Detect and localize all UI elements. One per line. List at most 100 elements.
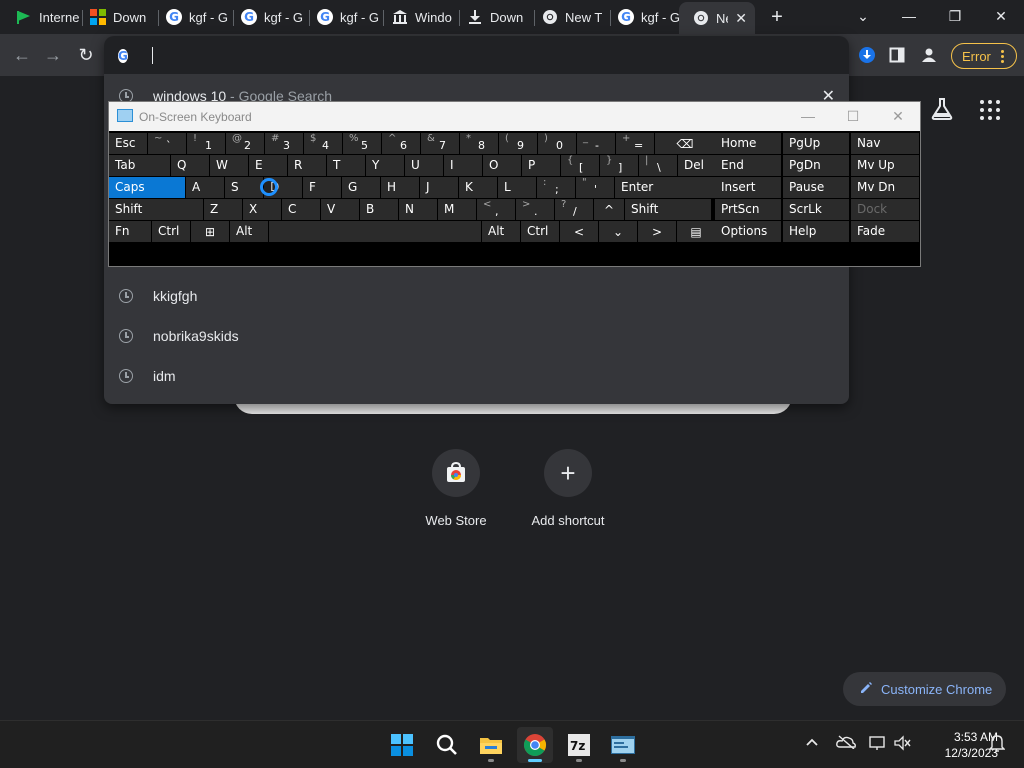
tab-download-1[interactable]: Down: [76, 4, 152, 30]
suggestion-item[interactable]: nobrika9skids: [104, 316, 849, 356]
key-0-9[interactable]: * 8: [460, 133, 498, 154]
customize-chrome-button[interactable]: Customize Chrome: [843, 672, 1006, 706]
onedrive-cloud-icon[interactable]: [836, 735, 856, 752]
osk-maximize-button[interactable]: ☐: [838, 105, 868, 127]
arrow-left-key[interactable]: <: [560, 221, 598, 242]
key-ctrl[interactable]: Ctrl: [152, 221, 190, 242]
key-3-8[interactable]: <,: [477, 199, 515, 220]
backspace-key[interactable]: ⌫: [655, 133, 715, 154]
key-mv-dn[interactable]: Mv Dn: [851, 177, 919, 198]
arrow-up-key[interactable]: ^: [594, 199, 624, 220]
key-ctrl[interactable]: Ctrl: [521, 221, 559, 242]
key-3-9[interactable]: >.: [516, 199, 554, 220]
key-esc[interactable]: Esc: [109, 133, 147, 154]
key-j[interactable]: J: [420, 177, 458, 198]
key-tab[interactable]: Tab: [109, 155, 170, 176]
error-chip[interactable]: Error: [951, 43, 1017, 69]
forward-button[interactable]: →: [38, 40, 68, 70]
omnibox-input[interactable]: G: [104, 36, 849, 74]
key-shift[interactable]: Shift: [109, 199, 203, 220]
key-0-12[interactable]: _ -: [577, 133, 615, 154]
key-home[interactable]: Home: [715, 133, 781, 154]
chrome-labs-icon[interactable]: [930, 97, 954, 121]
volume-muted-icon[interactable]: [894, 735, 912, 754]
file-explorer-icon[interactable]: [473, 727, 509, 763]
tab-windows[interactable]: Windo: [378, 4, 454, 30]
key-fn[interactable]: Fn: [109, 221, 151, 242]
notification-bell-icon[interactable]: [988, 734, 1006, 755]
key-alt[interactable]: Alt: [482, 221, 520, 242]
key-s[interactable]: S: [225, 177, 263, 198]
key-o[interactable]: O: [483, 155, 521, 176]
chevron-up-icon[interactable]: [805, 735, 819, 752]
restore-button[interactable]: ❐: [932, 0, 978, 32]
side-panel-icon[interactable]: [884, 42, 910, 68]
key-t[interactable]: T: [327, 155, 365, 176]
key-2-11[interactable]: " ': [576, 177, 614, 198]
shortcut-web-store[interactable]: Web Store: [400, 449, 512, 528]
key-w[interactable]: W: [210, 155, 248, 176]
tab-active-new-tab[interactable]: Ne ✕: [679, 2, 755, 34]
tab-new-tab[interactable]: New T: [528, 4, 604, 30]
key-0-5[interactable]: $4: [304, 133, 342, 154]
osk-close-button[interactable]: ✕: [883, 105, 913, 127]
key-0-3[interactable]: @2: [226, 133, 264, 154]
tab-kgf-1[interactable]: G kgf - G: [152, 4, 228, 30]
key-0-13[interactable]: + =: [616, 133, 654, 154]
key-1-12[interactable]: }]: [600, 155, 638, 176]
key-pgdn[interactable]: PgDn: [783, 155, 849, 176]
arrow-down-key[interactable]: ⌄: [599, 221, 637, 242]
key-b[interactable]: B: [360, 199, 398, 220]
key-x[interactable]: X: [243, 199, 281, 220]
key-pause[interactable]: Pause: [783, 177, 849, 198]
key-z[interactable]: Z: [204, 199, 242, 220]
tab-kgf-4[interactable]: G kgf - G: [604, 4, 680, 30]
key-prtscn[interactable]: PrtScn: [715, 199, 781, 220]
key-p[interactable]: P: [522, 155, 560, 176]
suggestion-item[interactable]: idm: [104, 356, 849, 396]
key-scrlk[interactable]: ScrLk: [783, 199, 849, 220]
new-tab-button[interactable]: +: [764, 6, 790, 28]
tab-download-2[interactable]: Down: [453, 4, 529, 30]
key-insert[interactable]: Insert: [715, 177, 781, 198]
key-0-8[interactable]: & 7: [421, 133, 459, 154]
key-fade[interactable]: Fade: [851, 221, 919, 242]
tab-kgf-2[interactable]: G kgf - G: [227, 4, 303, 30]
profile-icon[interactable]: [916, 42, 942, 68]
tab-search-dropdown-button[interactable]: ⌄: [840, 0, 886, 32]
suggestion-item[interactable]: kkigfgh: [104, 276, 849, 316]
key-enter[interactable]: Enter: [615, 177, 723, 198]
key-0-7[interactable]: ^ 6: [382, 133, 420, 154]
key-r[interactable]: R: [288, 155, 326, 176]
system-clock[interactable]: 3:53 AM 12/3/2023: [918, 729, 998, 761]
key-2-10[interactable]: :;: [537, 177, 575, 198]
key-3-10[interactable]: ? /: [555, 199, 593, 220]
close-window-button[interactable]: ✕: [978, 0, 1024, 32]
key-caps[interactable]: Caps: [109, 177, 185, 198]
key-g[interactable]: G: [342, 177, 380, 198]
key-0-10[interactable]: (9: [499, 133, 537, 154]
key-1-13[interactable]: | \: [639, 155, 677, 176]
reload-button[interactable]: ↻: [71, 40, 101, 70]
key-0-2[interactable]: ! 1: [187, 133, 225, 154]
key-c[interactable]: C: [282, 199, 320, 220]
key-l[interactable]: L: [498, 177, 536, 198]
google-apps-icon[interactable]: [980, 100, 1000, 120]
key-pgup[interactable]: PgUp: [783, 133, 849, 154]
windows-key[interactable]: ⊞: [191, 221, 229, 242]
key-help[interactable]: Help: [783, 221, 849, 242]
key-a[interactable]: A: [186, 177, 224, 198]
key-q[interactable]: Q: [171, 155, 209, 176]
key-0-4[interactable]: #3: [265, 133, 303, 154]
key-n[interactable]: N: [399, 199, 437, 220]
key-0-11[interactable]: ) 0: [538, 133, 576, 154]
key-y[interactable]: Y: [366, 155, 404, 176]
key-end[interactable]: End: [715, 155, 781, 176]
key-v[interactable]: V: [321, 199, 359, 220]
key-shift[interactable]: Shift: [625, 199, 711, 220]
key-mv-up[interactable]: Mv Up: [851, 155, 919, 176]
key-nav[interactable]: Nav: [851, 133, 919, 154]
7zip-icon[interactable]: 7z: [561, 727, 597, 763]
key-h[interactable]: H: [381, 177, 419, 198]
space-key[interactable]: [269, 221, 481, 242]
